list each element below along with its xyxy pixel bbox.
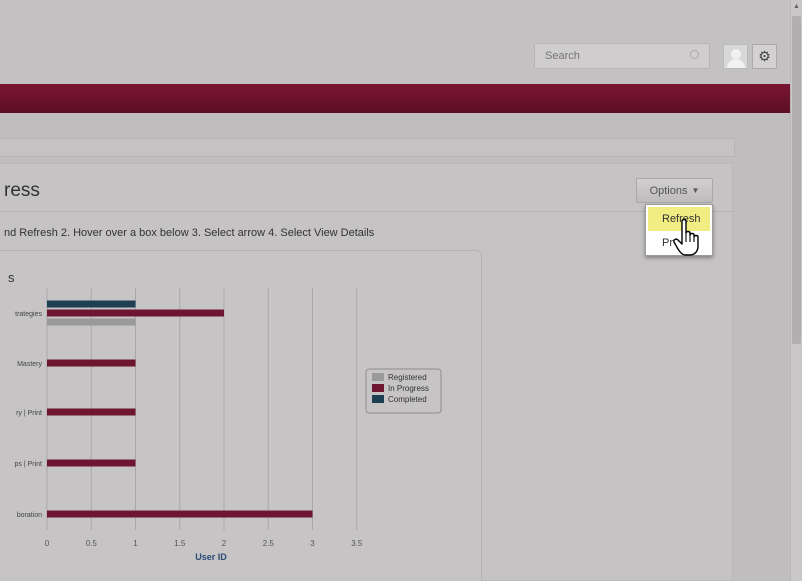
- y-tick-label: ps | Print: [15, 461, 43, 468]
- x-tick-label: 3.5: [351, 539, 363, 548]
- legend-label: Completed: [388, 395, 427, 404]
- x-tick-label: 2: [222, 539, 227, 548]
- caret-down-icon: ▼: [691, 186, 700, 195]
- instructions-text: nd Refresh 2. Hover over a box below 3. …: [4, 227, 375, 239]
- legend-label: In Progress: [388, 384, 429, 393]
- hand-cursor-icon: [673, 218, 699, 256]
- x-tick-label: 0: [45, 539, 50, 548]
- scroll-up-icon[interactable]: ▲: [793, 3, 800, 10]
- y-tick-label: trategies: [15, 311, 42, 318]
- bar-completed: [47, 300, 136, 308]
- x-tick-label: 1.5: [174, 539, 186, 548]
- x-tick-label: 0.5: [86, 539, 98, 548]
- bar-in-progress: [47, 510, 313, 518]
- brand-banner: [0, 84, 790, 113]
- bar-in-progress: [47, 309, 224, 317]
- top-header: ⚙: [0, 0, 790, 84]
- bar-in-progress: [47, 408, 136, 416]
- x-tick-label: 1: [133, 539, 138, 548]
- legend-swatch: [372, 384, 384, 392]
- y-tick-label: boration: [17, 512, 42, 519]
- y-tick-label: Mastery: [17, 361, 42, 368]
- bar-registered: [47, 318, 136, 326]
- panel-divider: [0, 211, 733, 212]
- legend-swatch: [372, 373, 384, 381]
- chart-title: s: [8, 270, 15, 285]
- x-tick-label: 3: [310, 539, 315, 548]
- scrollbar-thumb[interactable]: [792, 16, 801, 344]
- page-title: ress: [4, 180, 40, 201]
- bar-in-progress: [47, 359, 136, 367]
- search-input[interactable]: [535, 44, 685, 68]
- user-progress-chart: s 0 0.5 1 1.5 2 2.5 3 3.5 User ID trategies Mastery…: [8, 270, 442, 562]
- x-tick-label: 2.5: [263, 539, 275, 548]
- search-box[interactable]: [534, 43, 710, 69]
- page-scrollbar[interactable]: ▲: [790, 0, 802, 581]
- avatar-shoulders: [727, 59, 745, 68]
- legend-swatch: [372, 395, 384, 403]
- x-axis-label: User ID: [195, 552, 227, 562]
- user-avatar-icon[interactable]: [723, 44, 748, 69]
- legend-label: Registered: [388, 373, 427, 382]
- y-tick-label: ry | Print: [16, 410, 42, 417]
- gear-icon[interactable]: ⚙: [752, 44, 777, 69]
- avatar-head: [731, 49, 741, 59]
- breadcrumb: [0, 138, 735, 157]
- options-button[interactable]: Options ▼: [636, 178, 713, 203]
- options-label: Options: [649, 185, 688, 197]
- bar-in-progress: [47, 459, 136, 467]
- search-icon[interactable]: [690, 50, 699, 59]
